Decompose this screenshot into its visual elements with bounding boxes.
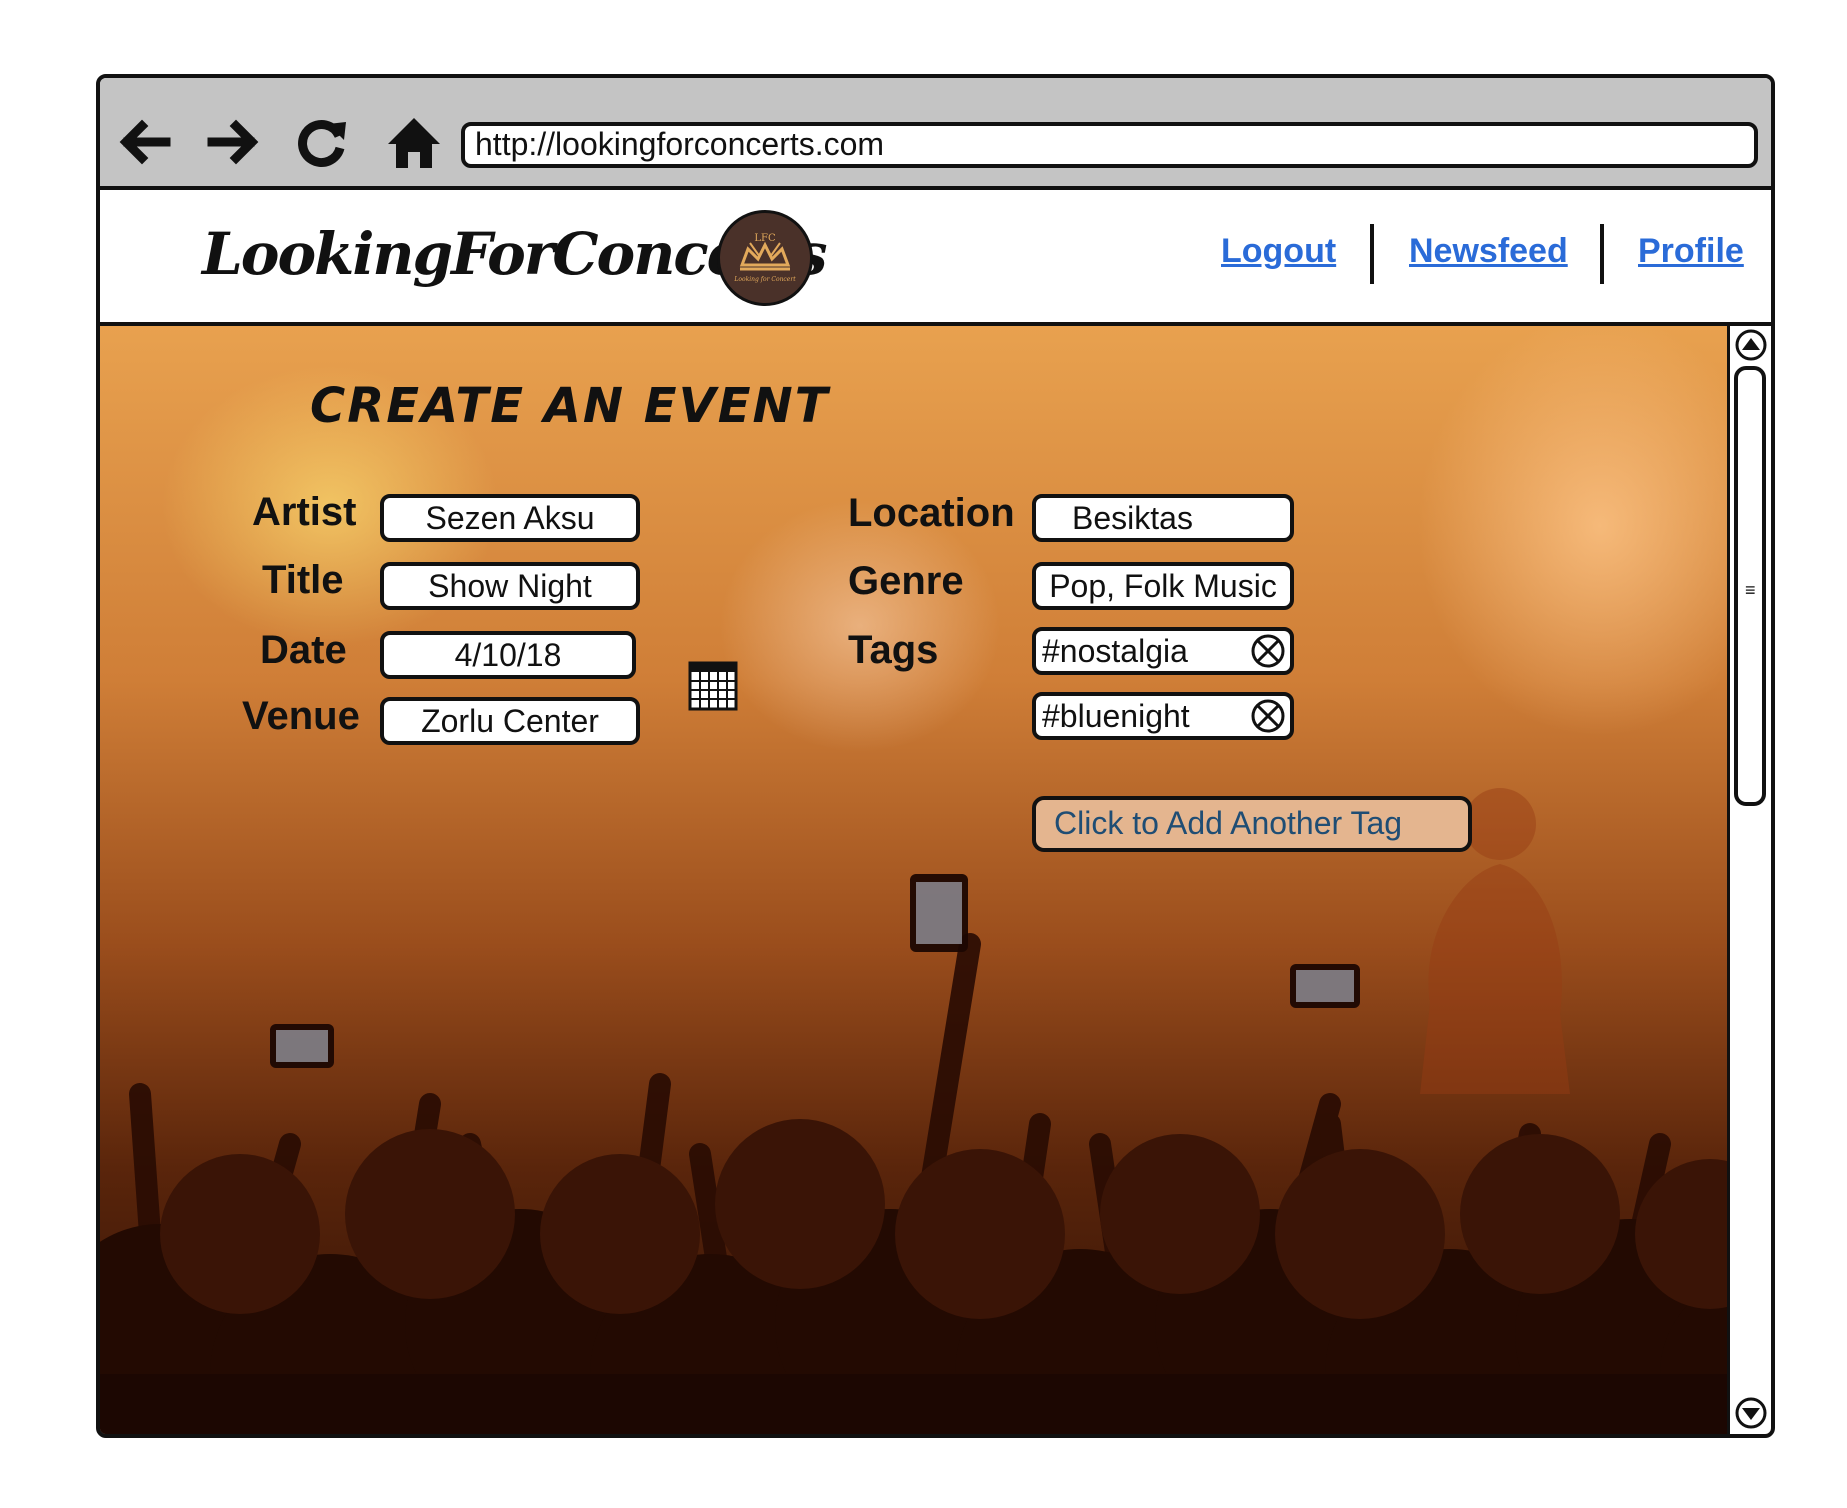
scroll-thumb[interactable]: ≡ xyxy=(1734,366,1766,806)
grip-icon: ≡ xyxy=(1745,580,1756,600)
newsfeed-link[interactable]: Newsfeed xyxy=(1409,232,1568,271)
home-icon xyxy=(388,118,440,168)
page-title: CREATE AN EVENT xyxy=(310,378,830,434)
forward-arrow-icon xyxy=(207,119,259,165)
tag-item[interactable]: #bluenight xyxy=(1032,692,1294,740)
artist-field[interactable]: Sezen Aksu xyxy=(380,494,640,542)
nav-divider xyxy=(1370,224,1374,284)
tag-item[interactable]: #nostalgia xyxy=(1032,627,1294,675)
remove-tag-icon[interactable] xyxy=(1250,698,1286,734)
site-header: LookingForConcerts LFC Looking for Conce… xyxy=(100,190,1771,326)
venue-field[interactable]: Zorlu Center xyxy=(380,697,640,745)
calendar-icon[interactable] xyxy=(688,661,738,711)
vertical-scrollbar[interactable]: ≡ xyxy=(1727,326,1771,1434)
tag-text: #nostalgia xyxy=(1042,633,1188,669)
title-label: Title xyxy=(262,558,344,602)
artist-label: Artist xyxy=(252,490,357,534)
forward-button[interactable] xyxy=(204,112,264,172)
tag-text: #bluenight xyxy=(1042,698,1190,734)
title-field[interactable]: Show Night xyxy=(380,562,640,610)
browser-toolbar: http://lookingforconcerts.com xyxy=(100,78,1771,190)
nav-divider xyxy=(1600,224,1604,284)
tags-label: Tags xyxy=(848,628,939,672)
date-label: Date xyxy=(260,628,347,672)
date-field[interactable]: 4/10/18 xyxy=(380,631,636,679)
brand-logo[interactable]: LFC Looking for Concert xyxy=(717,210,813,306)
remove-tag-icon[interactable] xyxy=(1250,633,1286,669)
genre-label: Genre xyxy=(848,559,964,603)
scroll-up-icon[interactable] xyxy=(1734,328,1768,362)
home-button[interactable] xyxy=(384,112,444,172)
profile-link[interactable]: Profile xyxy=(1638,232,1744,271)
svg-text:Looking for Concert: Looking for Concert xyxy=(733,276,796,283)
genre-field[interactable]: Pop, Folk Music xyxy=(1032,562,1294,610)
browser-window: http://lookingforconcerts.com LookingFor… xyxy=(96,74,1775,1438)
add-tag-button[interactable]: Click to Add Another Tag xyxy=(1032,796,1472,852)
main-content: CREATE AN EVENT Artist Sezen Aksu Title … xyxy=(100,326,1771,1434)
url-bar[interactable]: http://lookingforconcerts.com xyxy=(461,122,1758,168)
crown-logo-icon: LFC Looking for Concert xyxy=(733,233,796,283)
location-field[interactable]: Besiktas xyxy=(1032,494,1294,542)
scroll-down-icon[interactable] xyxy=(1734,1396,1768,1430)
location-label: Location xyxy=(848,491,1015,535)
back-arrow-icon xyxy=(119,119,171,165)
logout-link[interactable]: Logout xyxy=(1221,232,1336,271)
venue-label: Venue xyxy=(242,694,360,738)
reload-icon xyxy=(298,120,346,167)
concert-crowd-image xyxy=(100,788,1771,1434)
reload-button[interactable] xyxy=(292,112,352,172)
back-button[interactable] xyxy=(114,112,174,172)
